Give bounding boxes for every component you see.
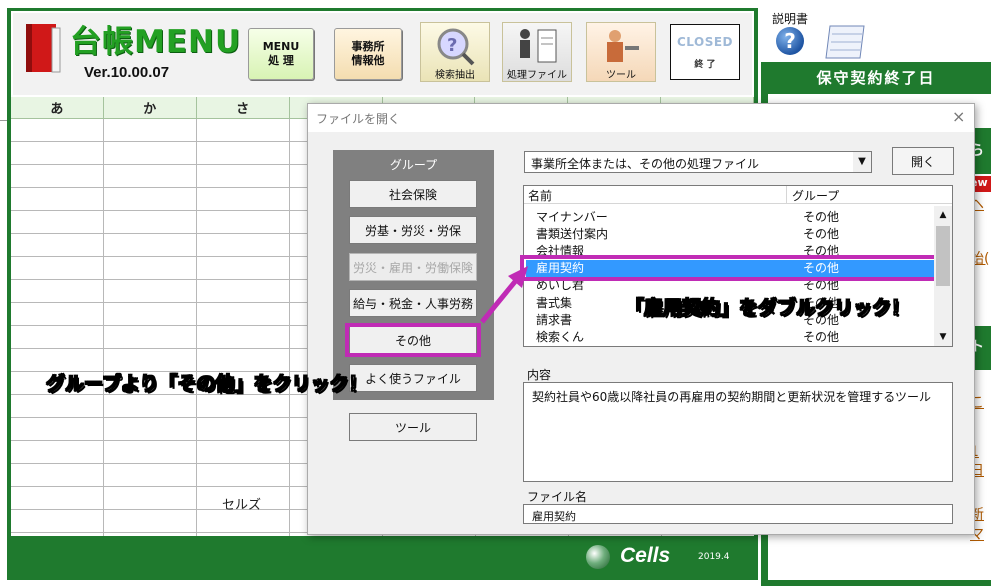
close-icon[interactable]: ×	[952, 107, 965, 126]
group-panel-label: グループ	[389, 158, 438, 172]
right-panel-title: 保守契約終了日	[816, 69, 936, 87]
menu-button-line1: MENU	[262, 40, 300, 53]
file-group: その他	[803, 280, 840, 292]
column-header-a[interactable]: あ	[11, 97, 104, 119]
dialog-tool-button[interactable]: ツール	[349, 413, 477, 441]
help-icon[interactable]: ?	[776, 27, 804, 55]
cells-globe-icon	[586, 545, 610, 569]
column-header-ka[interactable]: か	[103, 97, 197, 119]
book-logo-icon	[26, 24, 61, 73]
worker-icon	[607, 30, 639, 62]
annotation-left: グループより「その他」をクリック！	[45, 373, 368, 396]
file-name: めいし君	[536, 280, 585, 292]
tool-label: ツール	[606, 70, 636, 81]
file-list-item[interactable]: 書類送付案内 その他	[526, 226, 934, 243]
file-group: その他	[803, 330, 840, 344]
selected-file-highlight-box	[520, 255, 938, 281]
office-button-line2: 情報他	[351, 54, 385, 67]
manual-label: 説明書	[772, 12, 809, 26]
scroll-up-arrow-icon[interactable]: ▲	[934, 207, 952, 223]
other-highlight-box	[345, 323, 481, 357]
closed-text: CLOSED	[676, 34, 734, 49]
brand-name: Cells	[620, 544, 671, 567]
file-group: その他	[803, 227, 840, 241]
content-label: 内容	[527, 368, 552, 382]
process-file-label: 処理ファイル	[507, 70, 567, 81]
tool-button[interactable]: ツール	[586, 22, 656, 82]
menu-button-line2: 処 理	[268, 54, 294, 67]
file-name: 請求書	[536, 313, 573, 327]
office-info-button[interactable]: 事務所 情報他	[334, 28, 402, 80]
file-name: マイナンバー	[536, 210, 608, 224]
dialog-title: ファイルを開く	[316, 112, 401, 126]
file-list-item[interactable]: 検索くん その他	[526, 329, 934, 346]
svg-text:?: ?	[447, 35, 457, 56]
app-version: Ver.10.00.07	[84, 64, 170, 81]
file-name: 書類送付案内	[536, 227, 609, 241]
filename-field[interactable]: 雇用契約	[523, 504, 953, 524]
column-header-name[interactable]: 名前	[528, 187, 552, 204]
open-button[interactable]: 開く	[892, 147, 954, 175]
search-extract-label: 検索抽出	[435, 70, 475, 81]
dialog-titlebar[interactable]	[308, 104, 974, 132]
column-separator	[786, 186, 787, 204]
file-list-header: 名前 グループ	[524, 186, 952, 204]
group-button-labor-standards[interactable]: 労基・労災・労保	[349, 216, 477, 244]
app-title: 台帳MENU	[70, 24, 242, 60]
brand-year: 2019.4	[698, 552, 730, 562]
file-list-item[interactable]: 会社情報 その他	[526, 243, 934, 255]
office-button-line1: 事務所	[351, 40, 385, 53]
group-button-favorites[interactable]: よく使うファイル	[349, 364, 477, 392]
annotation-right: 「雇用契約」をダブルクリック！	[624, 297, 911, 320]
menu-process-button[interactable]: MENU 処 理	[248, 28, 314, 80]
arrow-annotation-icon	[480, 266, 528, 324]
group-button-payroll[interactable]: 給与・税金・人事労務	[349, 289, 477, 317]
column-header-sa[interactable]: さ	[196, 97, 290, 119]
chevron-down-icon[interactable]: ▼	[853, 152, 871, 172]
closed-exit-button[interactable]: CLOSED 終 了	[670, 24, 740, 80]
group-button-social-insurance[interactable]: 社会保険	[349, 180, 477, 208]
column-header-group[interactable]: グループ	[792, 187, 839, 204]
filename-label: ファイル名	[527, 490, 588, 504]
scroll-thumb[interactable]	[936, 226, 950, 286]
magnifier-question-icon: ?	[437, 28, 475, 66]
file-name: 書式集	[536, 296, 573, 310]
file-category-select[interactable]: 事業所全体または、その他の処理ファイル	[524, 151, 872, 173]
search-extract-button[interactable]: ? 検索抽出	[420, 22, 490, 82]
file-group: その他	[803, 244, 840, 255]
file-group: その他	[803, 210, 840, 224]
file-name: 検索くん	[536, 330, 585, 344]
grid-cell-text[interactable]: セルズ	[222, 494, 261, 513]
file-list-item[interactable]: マイナンバー その他	[526, 209, 934, 226]
process-file-button[interactable]: 処理ファイル	[502, 22, 572, 82]
content-description: 契約社員や60歳以降社員の再雇用の契約期間と更新状況を管理するツール	[523, 382, 953, 482]
group-button-employment-insurance: 労災・雇用・労働保険	[349, 253, 477, 281]
person-binder-icon	[520, 29, 557, 63]
scroll-down-arrow-icon[interactable]: ▼	[934, 329, 952, 345]
exit-label: 終 了	[694, 59, 716, 70]
calendar-icon[interactable]	[822, 22, 868, 62]
file-name: 会社情報	[536, 244, 585, 255]
